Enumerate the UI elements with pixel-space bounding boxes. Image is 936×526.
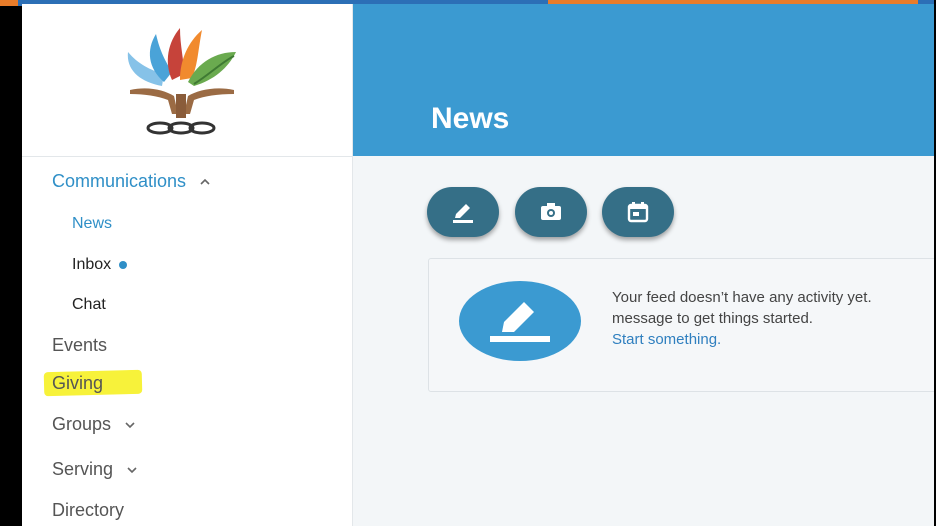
nav-chat[interactable]: Chat (72, 296, 106, 314)
nav-communications-label: Communications (52, 171, 187, 191)
photo-post-button[interactable] (515, 187, 587, 237)
calendar-icon (627, 202, 649, 223)
nav-serving[interactable]: Serving (52, 459, 138, 480)
write-post-button[interactable] (427, 187, 499, 237)
nav-giving[interactable]: Giving (52, 373, 103, 394)
page-title: News (431, 102, 510, 135)
app-window: Communications News Inbox Chat Events Gi… (22, 4, 934, 526)
chevron-down-icon (127, 467, 137, 474)
nav-news[interactable]: News (72, 215, 112, 233)
start-something-link[interactable]: Start something. (612, 329, 872, 350)
pencil-icon (490, 302, 550, 342)
unread-dot (119, 260, 128, 269)
logo-area (22, 4, 352, 157)
page-header: News (353, 4, 934, 156)
camera-icon (541, 203, 561, 220)
event-post-button[interactable] (602, 187, 674, 237)
nav-inbox[interactable]: Inbox (72, 256, 128, 274)
empty-feed-card: Your feed doesn’t have any activity yet.… (428, 258, 934, 392)
empty-feed-illustration (459, 281, 581, 361)
nav-events[interactable]: Events (52, 335, 107, 356)
nav-directory[interactable]: Directory (52, 500, 124, 521)
chevron-up-icon (200, 179, 210, 185)
pencil-icon (453, 204, 473, 223)
empty-feed-line2: message to get things started. (612, 310, 813, 327)
church-logo (127, 28, 236, 135)
chevron-down-icon (125, 422, 135, 429)
empty-feed-message: Your feed doesn’t have any activity yet.… (612, 287, 872, 350)
main-content: News Your feed doesn’t have any activity… (353, 4, 934, 526)
empty-feed-line1: Your feed doesn’t have any activity yet. (612, 289, 872, 306)
nav-serving-label: Serving (52, 459, 114, 479)
nav-inbox-label: Inbox (72, 256, 112, 273)
nav-groups-label: Groups (52, 414, 112, 434)
nav-communications[interactable]: Communications (52, 171, 211, 192)
strip-accent (0, 0, 18, 6)
sidebar: Communications News Inbox Chat Events Gi… (22, 4, 353, 526)
nav-groups[interactable]: Groups (52, 414, 136, 435)
